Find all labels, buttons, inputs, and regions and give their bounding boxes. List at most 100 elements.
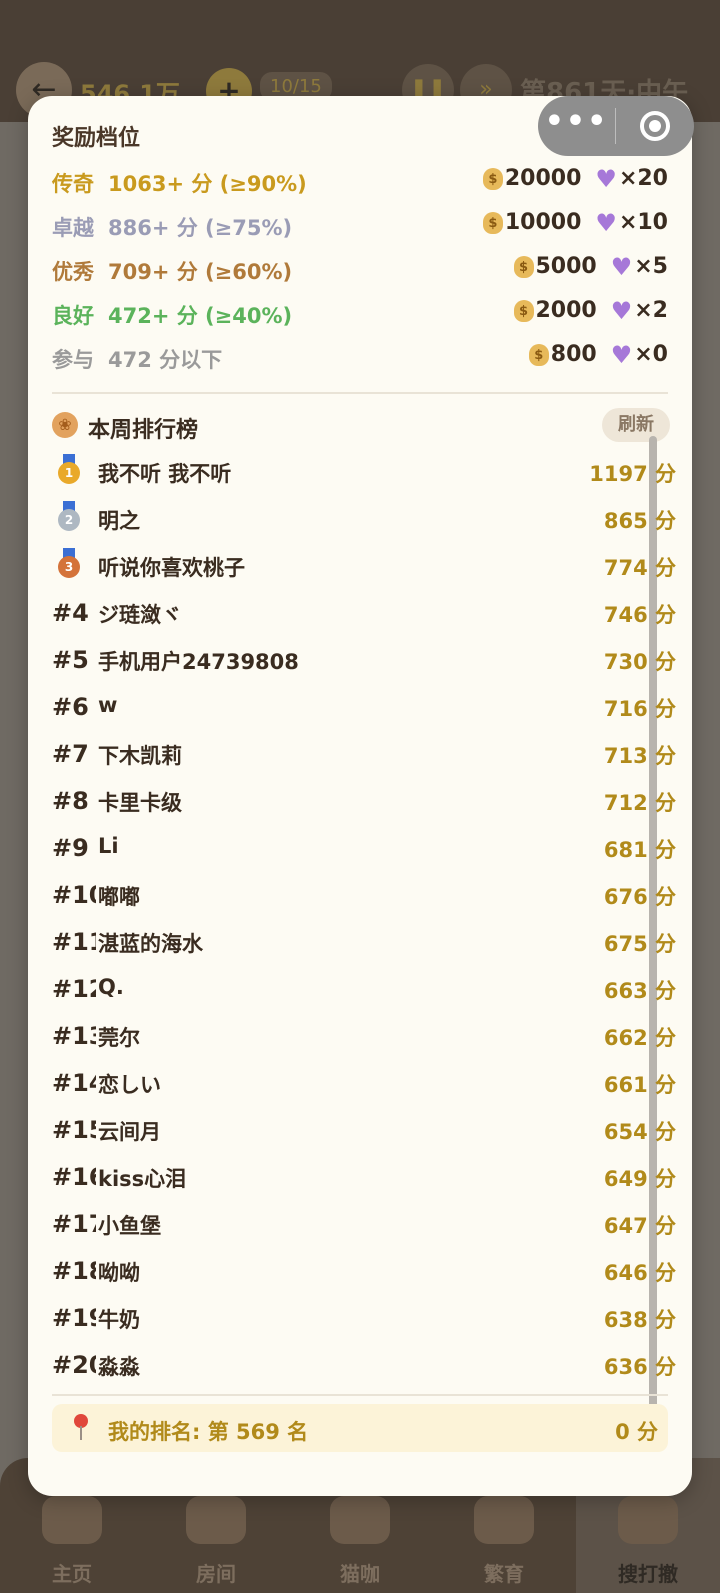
- player-name: w: [98, 693, 118, 717]
- tier-hearts: ×5: [634, 254, 668, 279]
- leaderboard-title: 本周排行榜: [88, 418, 199, 443]
- home-icon: [42, 1496, 102, 1544]
- player-score: 865 分: [603, 509, 676, 533]
- tier-hearts: ×10: [618, 210, 668, 235]
- tier-row: 良好 472+ 分 (≥40%) $ 2000 ♥ ×2: [52, 292, 668, 332]
- tier-coins: 2000: [535, 298, 597, 323]
- player-score: 647 分: [603, 1214, 676, 1238]
- tier-name: 参与: [52, 348, 94, 372]
- tier-coins: 10000: [504, 210, 582, 235]
- player-score: 746 分: [603, 603, 676, 627]
- player-name: 云间月: [98, 1120, 161, 1144]
- moneybag-icon: $: [482, 167, 503, 190]
- player-name: 手机用户24739808: [98, 650, 299, 674]
- heart-icon: ♥: [610, 252, 633, 281]
- moneybag-icon: $: [482, 211, 503, 234]
- leaderboard-row: #9 Li 681 分: [52, 824, 676, 871]
- close-button[interactable]: [616, 96, 693, 156]
- leaderboard-row: #13 莞尔 662 分: [52, 1012, 676, 1059]
- tier-requirement: 709+ 分 (≥60%): [108, 260, 293, 284]
- rank-number: #17: [52, 1210, 96, 1238]
- tier-requirement: 886+ 分 (≥75%): [108, 216, 293, 240]
- tier-coins: 20000: [504, 166, 582, 191]
- leaderboard-row: #20 淼淼 636 分: [52, 1341, 676, 1388]
- tier-name: 传奇: [52, 172, 94, 196]
- tier-coins: 5000: [535, 254, 597, 279]
- breeding-icon: [474, 1496, 534, 1544]
- tier-reward: $ 20000 ♥ ×20: [482, 164, 668, 193]
- player-score: 663 分: [603, 979, 676, 1003]
- nav-label: 房间: [196, 1562, 236, 1586]
- player-name: 恋しい: [98, 1073, 161, 1097]
- miniprogram-capsule: •••: [538, 96, 694, 156]
- moneybag-icon: $: [513, 299, 534, 322]
- player-score: 1197 分: [589, 462, 676, 486]
- nav-label: 繁育: [484, 1562, 524, 1586]
- player-score: 716 分: [603, 697, 676, 721]
- tier-hearts: ×20: [618, 166, 668, 191]
- leaderboard-row: #18 呦呦 646 分: [52, 1247, 676, 1294]
- leaderboard-row: #16 kiss心泪 649 分: [52, 1153, 676, 1200]
- player-name: 嘟嘟: [98, 885, 140, 909]
- player-name: 呦呦: [98, 1261, 140, 1285]
- rank-number: #8: [52, 787, 89, 815]
- leaderboard-header: ❀ 本周排行榜 刷新: [52, 408, 670, 448]
- leaderboard-row: 1 我不听 我不听 1197 分: [52, 448, 676, 495]
- player-score: 774 分: [603, 556, 676, 580]
- leaderboard-row: #19 牛奶 638 分: [52, 1294, 676, 1341]
- leaderboard-row: #17 小鱼堡 647 分: [52, 1200, 676, 1247]
- room-icon: [186, 1496, 246, 1544]
- tier-reward: $ 800 ♥ ×0: [528, 340, 668, 369]
- player-name: 我不听 我不听: [98, 462, 232, 486]
- heart-icon: ♥: [595, 164, 617, 193]
- player-score: 649 分: [603, 1167, 676, 1191]
- leaderboard-row: #11 湛蓝的海水 675 分: [52, 918, 676, 965]
- player-score: 675 分: [603, 932, 676, 956]
- player-score: 662 分: [603, 1026, 676, 1050]
- rank-number: #9: [52, 834, 89, 862]
- player-name: 卡里卡级: [98, 791, 182, 815]
- player-name: 莞尔: [98, 1026, 140, 1050]
- leaderboard-row: 2 明之 865 分: [52, 495, 676, 542]
- refresh-button[interactable]: 刷新: [602, 408, 670, 442]
- heart-icon: ♥: [610, 340, 633, 369]
- nav-label: 猫咖: [340, 1562, 380, 1586]
- player-name: 小鱼堡: [98, 1214, 161, 1238]
- tier-row: 传奇 1063+ 分 (≥90%) $ 20000 ♥ ×20: [52, 160, 668, 200]
- rank-number: #20: [52, 1351, 96, 1379]
- gold-medal-icon: 1: [58, 454, 80, 484]
- player-name: 牛奶: [98, 1308, 140, 1332]
- player-name: 湛蓝的海水: [98, 932, 203, 956]
- divider: [52, 1394, 668, 1396]
- leaderboard-row: #12 Q. 663 分: [52, 965, 676, 1012]
- player-name: Li: [98, 834, 119, 858]
- tier-requirement: 472 分以下: [108, 348, 223, 372]
- rank-number: #6: [52, 693, 89, 721]
- leaderboard-row: #4 ジ琏潋ヾ 746 分: [52, 589, 676, 636]
- player-score: 730 分: [603, 650, 676, 674]
- player-score: 636 分: [603, 1355, 676, 1379]
- rank-number: #5: [52, 646, 89, 674]
- player-name: kiss心泪: [98, 1167, 187, 1191]
- more-button[interactable]: •••: [538, 96, 615, 156]
- player-score: 676 分: [603, 885, 676, 909]
- rank-number: #4: [52, 599, 89, 627]
- player-score: 654 分: [603, 1120, 676, 1144]
- player-name: 下木凯莉: [98, 744, 182, 768]
- pin-icon: [72, 1414, 90, 1442]
- leaderboard-row: #7 下木凯莉 713 分: [52, 730, 676, 777]
- rank-number: #12: [52, 975, 96, 1003]
- tier-hearts: ×0: [634, 342, 668, 367]
- tier-reward: $ 5000 ♥ ×5: [513, 252, 668, 281]
- player-score: 646 分: [603, 1261, 676, 1285]
- leaderboard-row: #10 嘟嘟 676 分: [52, 871, 676, 918]
- player-name: Q.: [98, 975, 124, 999]
- tier-requirement: 472+ 分 (≥40%): [108, 304, 293, 328]
- player-score: 638 分: [603, 1308, 676, 1332]
- tier-name: 良好: [52, 304, 94, 328]
- tier-requirement: 1063+ 分 (≥90%): [108, 172, 307, 196]
- player-score: 661 分: [603, 1073, 676, 1097]
- search-map-icon: [618, 1496, 678, 1544]
- tier-coins: 800: [550, 342, 597, 367]
- tier-row: 卓越 886+ 分 (≥75%) $ 10000 ♥ ×10: [52, 204, 668, 244]
